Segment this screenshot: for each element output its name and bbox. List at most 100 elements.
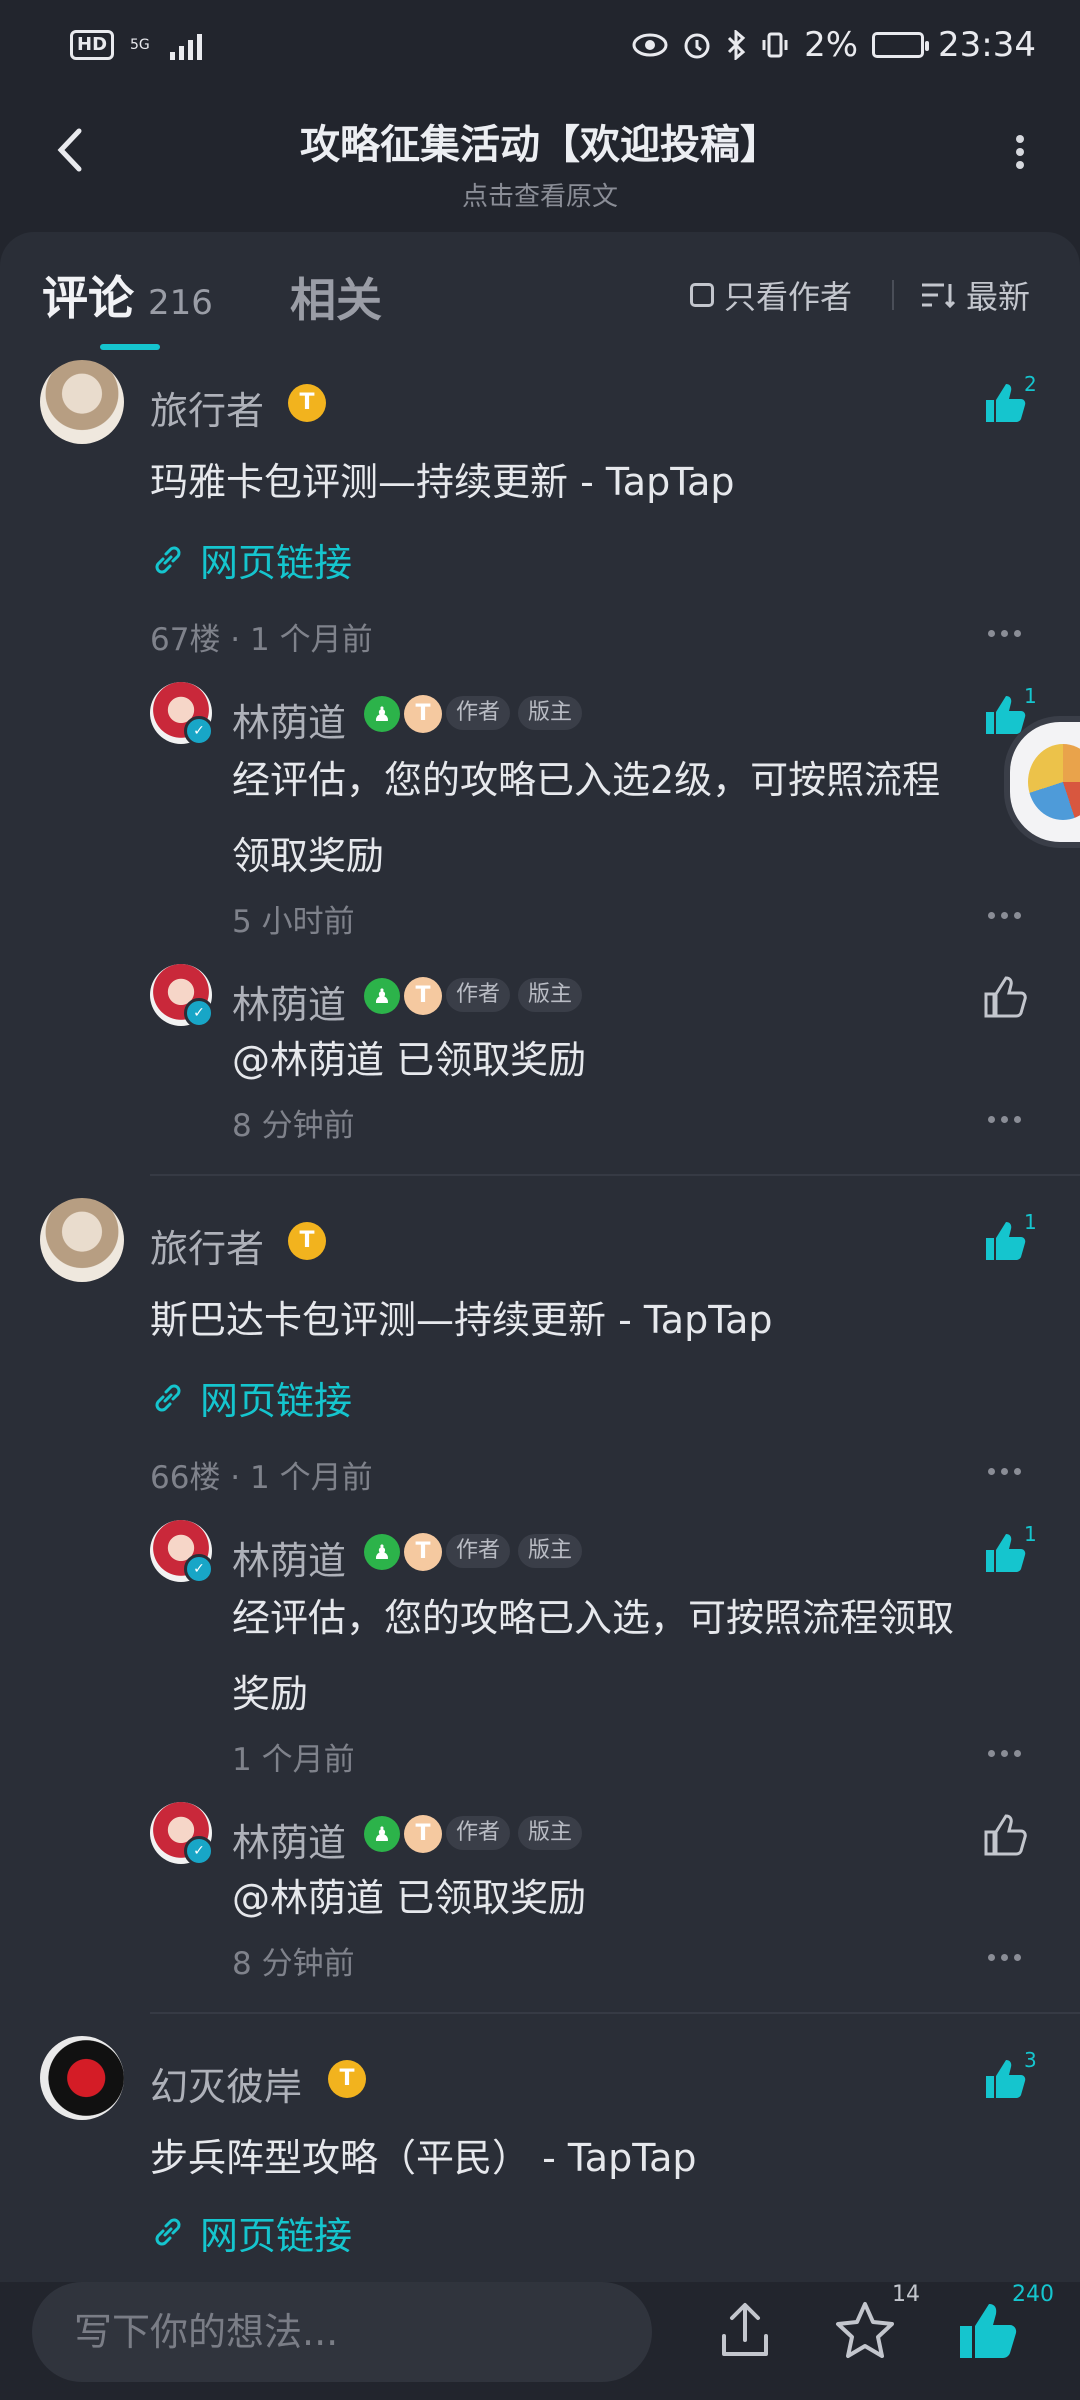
creator-badge-icon: ♟ bbox=[364, 1816, 400, 1852]
thumbs-up-icon[interactable] bbox=[980, 378, 1030, 428]
author-tag: 作者 bbox=[446, 1534, 511, 1568]
only-author-toggle[interactable]: 只看作者 bbox=[690, 272, 852, 318]
like-count: 240 bbox=[1012, 2282, 1054, 2307]
comment-more-icon[interactable] bbox=[988, 630, 1028, 640]
reply-more-icon[interactable] bbox=[988, 912, 1028, 922]
comment-input[interactable]: 写下你的想法... bbox=[32, 2282, 652, 2382]
page-title: 攻略征集活动【欢迎投稿】 bbox=[300, 122, 780, 168]
comment-meta: 66楼 · 1 个月前 bbox=[150, 1460, 373, 1496]
level-badge-icon: T bbox=[404, 977, 442, 1015]
moderator-tag: 版主 bbox=[518, 1534, 583, 1568]
alarm-icon bbox=[684, 33, 710, 59]
link-icon bbox=[155, 2218, 181, 2246]
comment-author[interactable]: 旅行者 bbox=[150, 1218, 264, 1273]
battery-icon bbox=[872, 32, 930, 58]
web-link[interactable]: 网页链接 bbox=[150, 1370, 352, 1425]
vibrate-icon bbox=[762, 32, 788, 58]
comment-more-icon[interactable] bbox=[988, 1468, 1028, 1478]
avatar[interactable] bbox=[40, 2036, 124, 2120]
author-tag: 作者 bbox=[446, 696, 511, 730]
sort-button[interactable]: 最新 bbox=[920, 272, 1030, 318]
web-link[interactable]: 网页链接 bbox=[150, 532, 352, 587]
reply-text: 奖励 bbox=[232, 1672, 309, 1716]
level-badge-icon: T bbox=[288, 1222, 326, 1260]
active-tab-indicator bbox=[100, 344, 160, 350]
level-badge-icon: T bbox=[404, 695, 442, 733]
moderator-tag: 版主 bbox=[518, 978, 583, 1012]
web-link-label: 网页链接 bbox=[200, 541, 353, 585]
tab-comments[interactable]: 评论 216 bbox=[42, 262, 213, 328]
battery-percent: 2% bbox=[804, 25, 859, 65]
reply-meta: 8 分钟前 bbox=[232, 1108, 355, 1144]
like-count: 1 bbox=[1024, 1210, 1037, 1234]
link-icon bbox=[155, 1384, 181, 1411]
eye-icon bbox=[632, 33, 668, 57]
signal-icon bbox=[169, 30, 202, 60]
share-icon[interactable] bbox=[710, 2296, 780, 2366]
link-icon bbox=[155, 546, 181, 573]
tab-comments-count: 216 bbox=[148, 283, 213, 323]
level-badge-icon: T bbox=[288, 384, 326, 422]
web-link[interactable]: 网页链接 bbox=[150, 2212, 352, 2252]
title-bar: 攻略征集活动【欢迎投稿】 点击查看原文 bbox=[0, 90, 1080, 230]
thumbs-up-icon[interactable] bbox=[980, 690, 1030, 740]
bottom-bar: 写下你的想法... 14 240 bbox=[0, 2282, 1080, 2400]
thumbs-up-outline-icon[interactable] bbox=[980, 1810, 1030, 1860]
checkbox-icon bbox=[690, 283, 714, 307]
comment-text: 步兵阵型攻略（平民） - TapTap bbox=[150, 2136, 697, 2180]
reply-author[interactable]: 林荫道 bbox=[232, 1812, 346, 1867]
verified-icon: ✓ bbox=[184, 1554, 214, 1584]
reply-more-icon[interactable] bbox=[988, 1750, 1028, 1760]
creator-badge-icon: ♟ bbox=[364, 978, 400, 1014]
reply-text: @林荫道 已领取奖励 bbox=[232, 1038, 587, 1082]
thread-divider bbox=[150, 1174, 1080, 1176]
reply-author[interactable]: 林荫道 bbox=[232, 1530, 346, 1585]
reply-meta: 1 个月前 bbox=[232, 1742, 355, 1778]
reply-meta: 8 分钟前 bbox=[232, 1946, 355, 1982]
avatar[interactable] bbox=[40, 1198, 124, 1282]
level-badge-icon: T bbox=[328, 2060, 366, 2098]
tab-comments-label: 评论 bbox=[42, 271, 134, 325]
tab-related[interactable]: 相关 bbox=[290, 264, 382, 330]
web-link-label: 网页链接 bbox=[200, 1379, 353, 1423]
reply-more-icon[interactable] bbox=[988, 1954, 1028, 1964]
reply-author[interactable]: 林荫道 bbox=[232, 974, 346, 1029]
thread-divider bbox=[150, 2012, 1080, 2014]
comment-author[interactable]: 旅行者 bbox=[150, 380, 264, 435]
verified-icon: ✓ bbox=[184, 716, 214, 746]
like-count: 2 bbox=[1024, 372, 1037, 396]
level-badge-icon: T bbox=[404, 1533, 442, 1571]
divider bbox=[892, 280, 894, 310]
reply-text: 经评估，您的攻略已入选2级，可按照流程 bbox=[232, 758, 941, 802]
thumbs-up-icon[interactable] bbox=[980, 1216, 1030, 1266]
view-original-link[interactable]: 点击查看原文 bbox=[0, 176, 1080, 213]
status-bar: HD 5G 2% 23:34 bbox=[0, 0, 1080, 90]
thumbs-up-icon[interactable] bbox=[980, 2054, 1030, 2104]
sort-icon bbox=[922, 283, 956, 309]
comment-text: 玛雅卡包评测—持续更新 - TapTap bbox=[150, 460, 735, 504]
verified-icon: ✓ bbox=[184, 998, 214, 1028]
flower-icon bbox=[1028, 744, 1080, 820]
moderator-tag: 版主 bbox=[518, 1816, 583, 1850]
comment-author[interactable]: 幻灭彼岸 bbox=[150, 2056, 302, 2111]
verified-icon: ✓ bbox=[184, 1836, 214, 1866]
star-count: 14 bbox=[892, 2282, 920, 2307]
reply-text: 领取奖励 bbox=[232, 834, 385, 878]
hd-icon: HD bbox=[70, 30, 115, 60]
comment-text: 斯巴达卡包评测—持续更新 - TapTap bbox=[150, 1298, 773, 1342]
avatar[interactable] bbox=[40, 360, 124, 444]
title-block[interactable]: 攻略征集活动【欢迎投稿】 点击查看原文 bbox=[0, 112, 1080, 213]
star-icon[interactable] bbox=[830, 2296, 900, 2366]
thumbs-up-icon[interactable] bbox=[980, 1528, 1030, 1578]
like-count: 1 bbox=[1024, 684, 1037, 708]
more-options-button[interactable] bbox=[1010, 130, 1030, 190]
level-badge-icon: T bbox=[404, 1815, 442, 1853]
reply-more-icon[interactable] bbox=[988, 1116, 1028, 1126]
comment-meta: 67楼 · 1 个月前 bbox=[150, 622, 373, 658]
thumbs-up-outline-icon[interactable] bbox=[980, 972, 1030, 1022]
like-count: 3 bbox=[1024, 2048, 1037, 2072]
moderator-tag: 版主 bbox=[518, 696, 583, 730]
reply-author[interactable]: 林荫道 bbox=[232, 692, 346, 747]
author-tag: 作者 bbox=[446, 1816, 511, 1850]
reply-text: 经评估，您的攻略已入选，可按照流程领取 bbox=[232, 1596, 955, 1640]
